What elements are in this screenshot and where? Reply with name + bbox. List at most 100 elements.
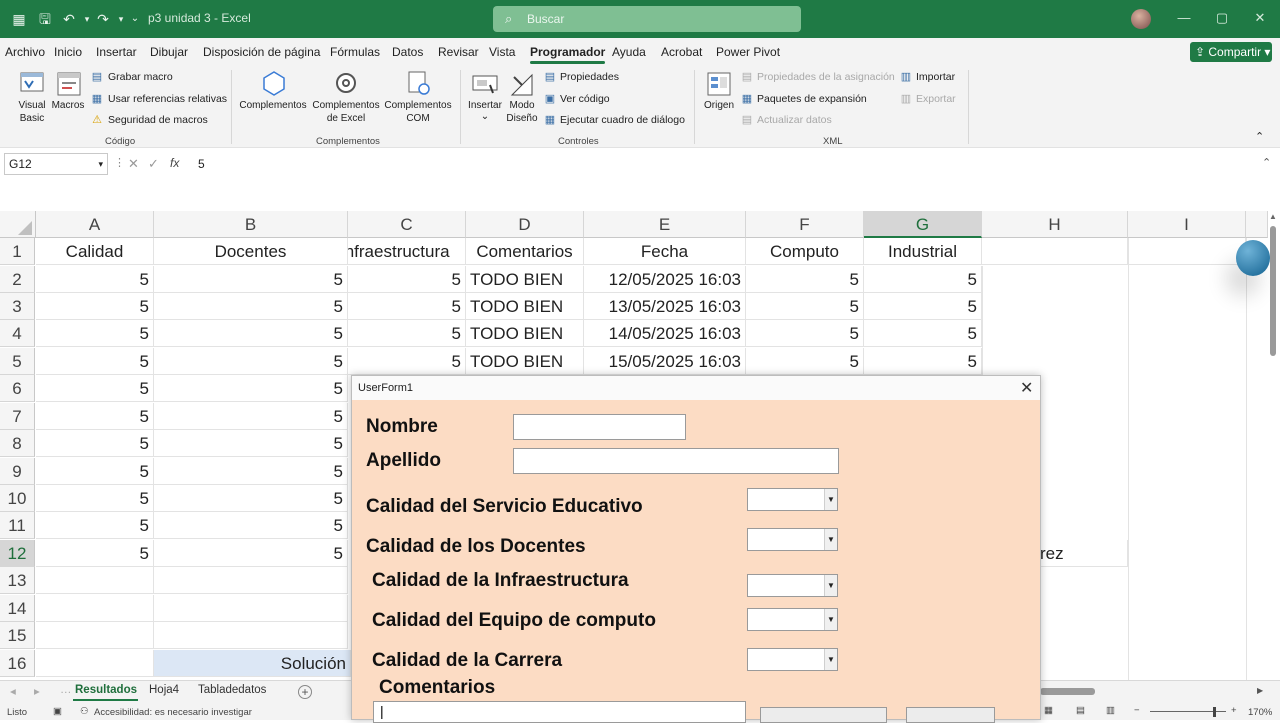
- propiedades-button[interactable]: Propiedades: [560, 71, 619, 83]
- name-box[interactable]: G12 ▾: [4, 153, 108, 175]
- complementos-com-label[interactable]: Complementos COM: [381, 99, 455, 125]
- grabar-macro-button[interactable]: Grabar macro: [108, 71, 173, 83]
- column-header-b[interactable]: B: [154, 211, 348, 238]
- tab-archivo[interactable]: Archivo: [5, 45, 45, 59]
- insert-control-icon[interactable]: [471, 71, 499, 99]
- cell-b7[interactable]: 5: [154, 403, 348, 430]
- customize-toolbar-icon[interactable]: ⌄: [126, 10, 144, 28]
- sheet-tab-resultados[interactable]: Resultados: [75, 684, 137, 696]
- restore-icon[interactable]: ▢: [1212, 10, 1232, 28]
- add-ins-icon[interactable]: [260, 69, 288, 97]
- check-icon[interactable]: ✓: [148, 156, 159, 172]
- cell-e5[interactable]: 15/05/2025 16:03: [584, 348, 746, 375]
- expand-formula-icon[interactable]: ⌃: [1262, 156, 1271, 169]
- column-header-f[interactable]: F: [746, 211, 864, 238]
- cell-b9[interactable]: 5: [154, 458, 348, 485]
- column-header-d[interactable]: D: [466, 211, 584, 238]
- column-header-e[interactable]: E: [584, 211, 746, 238]
- tab-formulas[interactable]: Fórmulas: [330, 45, 380, 59]
- row-header-5[interactable]: 5: [0, 348, 35, 375]
- tab-programador[interactable]: Programador: [530, 45, 606, 64]
- modo-diseno-label[interactable]: Modo Diseño: [502, 99, 542, 125]
- zoom-level[interactable]: 170%: [1248, 707, 1272, 718]
- tab-datos[interactable]: Datos: [392, 45, 423, 59]
- cell-c3[interactable]: 5: [348, 293, 466, 320]
- cell-g5[interactable]: 5: [864, 348, 982, 375]
- macro-record-icon[interactable]: ▣: [53, 706, 62, 717]
- cell-a11[interactable]: 5: [36, 512, 154, 539]
- macros-label[interactable]: Macros: [48, 99, 88, 112]
- cell-e2[interactable]: 12/05/2025 16:03: [584, 266, 746, 293]
- vertical-scrollbar[interactable]: ▲: [1268, 212, 1278, 680]
- cell-a10[interactable]: 5: [36, 485, 154, 512]
- cell-g1[interactable]: Industrial: [864, 238, 982, 265]
- chevron-down-icon[interactable]: ▼: [824, 489, 837, 510]
- cell-c1[interactable]: Infraestructura: [348, 238, 466, 265]
- row-header-12[interactable]: 12: [0, 540, 35, 567]
- macros-icon[interactable]: [55, 70, 83, 98]
- cell-a1[interactable]: Calidad: [36, 238, 154, 265]
- row-header-6[interactable]: 6: [0, 375, 35, 402]
- visual-basic-icon[interactable]: [18, 69, 46, 97]
- excel-add-ins-icon[interactable]: [332, 69, 360, 97]
- cell-b11[interactable]: 5: [154, 512, 348, 539]
- cell-e3[interactable]: 13/05/2025 16:03: [584, 293, 746, 320]
- column-header-j[interactable]: [1246, 211, 1268, 238]
- column-header-a[interactable]: A: [36, 211, 154, 238]
- tab-ayuda[interactable]: Ayuda: [612, 45, 646, 59]
- row-header-16[interactable]: 16: [0, 650, 35, 677]
- normal-view-icon[interactable]: ▦: [1044, 705, 1053, 716]
- prev-sheet-icon[interactable]: ◂: [10, 684, 16, 698]
- share-button[interactable]: ⇪ Compartir ▾: [1190, 42, 1272, 62]
- ver-codigo-button[interactable]: Ver código: [560, 93, 610, 105]
- undo-icon[interactable]: ↶: [60, 10, 78, 28]
- cell-a14[interactable]: [36, 595, 154, 622]
- tab-power-pivot[interactable]: Power Pivot: [716, 45, 780, 59]
- cell-f4[interactable]: 5: [746, 320, 864, 347]
- cell-a12[interactable]: 5: [36, 540, 154, 567]
- cell-a5[interactable]: 5: [36, 348, 154, 375]
- seguridad-macros-button[interactable]: Seguridad de macros: [108, 114, 208, 126]
- tab-disposicion[interactable]: Disposición de página: [203, 45, 320, 59]
- cell-a7[interactable]: 5: [36, 403, 154, 430]
- tab-revisar[interactable]: Revisar: [438, 45, 479, 59]
- cell-d5[interactable]: TODO BIEN: [466, 348, 584, 375]
- scroll-up-icon[interactable]: ▲: [1269, 212, 1277, 221]
- page-break-icon[interactable]: ▥: [1106, 705, 1115, 716]
- next-sheet-icon[interactable]: ▸: [34, 684, 40, 698]
- minimize-icon[interactable]: —: [1174, 10, 1194, 28]
- cell-h12[interactable]: rez: [1040, 540, 1128, 567]
- redo-icon[interactable]: ↷: [94, 10, 112, 28]
- cell-b6[interactable]: 5: [154, 375, 348, 402]
- cell-a4[interactable]: 5: [36, 320, 154, 347]
- tab-vista[interactable]: Vista: [489, 45, 515, 59]
- xml-source-icon[interactable]: [705, 70, 733, 98]
- close-icon[interactable]: ✕: [1250, 10, 1270, 28]
- chevron-down-icon[interactable]: ⌄: [479, 110, 491, 123]
- row-header-14[interactable]: 14: [0, 595, 35, 622]
- cell-b14[interactable]: [154, 595, 348, 622]
- apellido-field[interactable]: [513, 448, 839, 474]
- cell-c4[interactable]: 5: [348, 320, 466, 347]
- sheet-tab-tabladedatos[interactable]: Tabladedatos: [198, 684, 266, 696]
- row-header-15[interactable]: 15: [0, 622, 35, 649]
- cancel-icon[interactable]: ✕: [128, 156, 139, 172]
- row-header-10[interactable]: 10: [0, 485, 35, 512]
- cell-a6[interactable]: 5: [36, 375, 154, 402]
- cell-b12[interactable]: 5: [154, 540, 348, 567]
- ejecutar-dialogo-button[interactable]: Ejecutar cuadro de diálogo: [560, 114, 685, 126]
- zoom-slider-thumb[interactable]: [1213, 707, 1216, 717]
- cell-f1[interactable]: Computo: [746, 238, 864, 265]
- cell-b4[interactable]: 5: [154, 320, 348, 347]
- row-header-7[interactable]: 7: [0, 403, 35, 430]
- collapse-ribbon-icon[interactable]: ⌃: [1255, 130, 1264, 143]
- search-input[interactable]: ⌕ Buscar: [493, 6, 801, 32]
- cell-c2[interactable]: 5: [348, 266, 466, 293]
- cell-a15[interactable]: [36, 622, 154, 649]
- infraestructura-combo[interactable]: ▼: [747, 574, 838, 597]
- cell-a13[interactable]: [36, 567, 154, 594]
- design-mode-icon[interactable]: [508, 71, 536, 99]
- horizontal-scrollbar[interactable]: ▶: [1040, 686, 1265, 696]
- exportar-button[interactable]: Exportar: [916, 93, 956, 105]
- close-icon[interactable]: ✕: [1020, 378, 1033, 398]
